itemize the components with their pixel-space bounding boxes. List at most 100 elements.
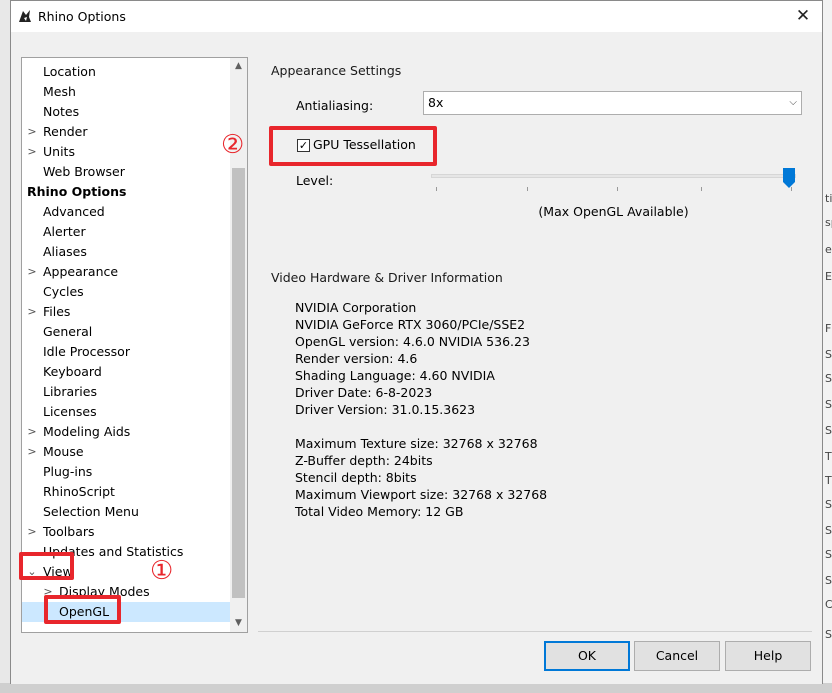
background-app-text: er <box>825 243 832 256</box>
tree-item[interactable]: Advanced <box>22 202 230 222</box>
chevron-right-icon[interactable]: > <box>27 142 37 162</box>
tree-item[interactable]: Libraries <box>22 382 230 402</box>
tree-item-label: Mouse <box>43 444 84 459</box>
tree-item-label: Notes <box>43 104 80 119</box>
tree-item[interactable]: Licenses <box>22 402 230 422</box>
appearance-settings-heading: Appearance Settings <box>271 63 402 78</box>
background-app-text: S <box>825 524 832 537</box>
tree-item[interactable]: > Modeling Aids <box>22 422 230 442</box>
chevron-right-icon[interactable]: > <box>27 442 37 462</box>
dialog-client-area: ▲ ▼ Location Mesh Notes > Render > Units Web Br… <box>11 32 822 684</box>
ok-button[interactable]: OK <box>544 641 630 671</box>
slider-tick <box>701 187 702 191</box>
tree-item-label: Appearance <box>43 264 119 279</box>
tree-item[interactable]: Mesh <box>22 82 230 102</box>
background-app-text: S <box>825 348 832 361</box>
tree-item-label: Idle Processor <box>43 344 130 359</box>
antialiasing-value: 8x <box>428 95 444 110</box>
background-app-text: S <box>825 628 832 641</box>
annotation-step-1: ① <box>150 556 174 586</box>
tree-item[interactable]: RhinoScript <box>22 482 230 502</box>
annotation-step-2: ② <box>221 130 245 160</box>
tree-item[interactable]: Web Browser <box>22 162 230 182</box>
tree-item-label: Selection Menu <box>43 504 139 519</box>
scroll-down-arrow-icon[interactable]: ▼ <box>230 615 247 632</box>
background-app-text: ti <box>825 192 832 205</box>
video-info-line: Shading Language: 4.60 NVIDIA <box>295 368 495 383</box>
tree-item-label: Mesh <box>43 84 76 99</box>
help-button[interactable]: Help <box>725 641 811 671</box>
title-bar: Rhino Options ✕ <box>11 1 822 32</box>
video-info-line: NVIDIA Corporation <box>295 300 417 315</box>
video-info-line: OpenGL version: 4.6.0 NVIDIA 536.23 <box>295 334 530 349</box>
tree-item[interactable]: Cycles <box>22 282 230 302</box>
options-tree[interactable]: ▲ ▼ Location Mesh Notes > Render > Units Web Br… <box>21 57 248 633</box>
slider-tick <box>527 187 528 191</box>
background-app-text: F <box>825 322 832 335</box>
video-info-line: Stencil depth: 8bits <box>295 470 417 485</box>
video-info-line: Driver Version: 31.0.15.3623 <box>295 402 476 417</box>
tree-item-label: Rhino Options <box>27 184 127 199</box>
background-app-text: T <box>825 474 832 487</box>
antialiasing-dropdown[interactable]: 8x ⌵ <box>423 91 802 115</box>
chevron-right-icon[interactable]: > <box>27 302 37 322</box>
annotation-box-view <box>19 552 74 580</box>
level-slider-track[interactable] <box>431 174 796 178</box>
rhino-options-dialog: Rhino Options ✕ ▲ ▼ Location Mesh Notes > Re… <box>10 0 823 684</box>
tree-item[interactable]: Location <box>22 62 230 82</box>
tree-item[interactable]: Alerter <box>22 222 230 242</box>
background-app-text: S <box>825 424 832 437</box>
window-title: Rhino Options <box>38 9 126 24</box>
tree-item[interactable]: Idle Processor <box>22 342 230 362</box>
video-info-line: Z-Buffer depth: 24bits <box>295 453 433 468</box>
annotation-box-gpu-tessellation <box>269 126 437 166</box>
background-app-text: S <box>825 574 832 587</box>
tree-item-label: Web Browser <box>43 164 125 179</box>
video-info-line: Maximum Viewport size: 32768 x 32768 <box>295 487 548 502</box>
level-slider-thumb[interactable] <box>783 168 795 188</box>
chevron-right-icon[interactable]: > <box>27 422 37 442</box>
scrollbar-thumb[interactable] <box>232 168 245 598</box>
tree-item[interactable]: Aliases <box>22 242 230 262</box>
background-app-text: S <box>825 498 832 511</box>
rhino-app-icon <box>17 8 33 24</box>
tree-item[interactable]: > Appearance <box>22 262 230 282</box>
slider-tick <box>436 187 437 191</box>
tree-item-label: Advanced <box>43 204 105 219</box>
close-icon[interactable]: ✕ <box>792 5 814 27</box>
scroll-up-arrow-icon[interactable]: ▲ <box>230 58 247 75</box>
tree-item-label: Alerter <box>43 224 86 239</box>
tree-item-label: Aliases <box>43 244 87 259</box>
tree-item-label: Files <box>43 304 71 319</box>
tree-item[interactable]: Notes <box>22 102 230 122</box>
tree-item[interactable]: Plug-ins <box>22 462 230 482</box>
tree-item[interactable]: Keyboard <box>22 362 230 382</box>
tree-item[interactable]: Rhino Options <box>22 182 230 202</box>
chevron-right-icon[interactable]: > <box>27 262 37 282</box>
video-info-line: Maximum Texture size: 32768 x 32768 <box>295 436 538 451</box>
background-app-text: S <box>825 372 832 385</box>
tree-item[interactable]: General <box>22 322 230 342</box>
background-app-text: C <box>825 598 832 611</box>
video-info-line: Total Video Memory: 12 GB <box>295 504 464 519</box>
tree-item[interactable]: > Files <box>22 302 230 322</box>
chevron-down-icon: ⌵ <box>789 97 797 108</box>
background-app-text: S <box>825 548 832 561</box>
tree-item-label: Plug-ins <box>43 464 93 479</box>
background-app-text: T <box>825 450 832 463</box>
tree-item-label: Libraries <box>43 384 97 399</box>
video-info-line: Render version: 4.6 <box>295 351 418 366</box>
tree-item[interactable]: > Render <box>22 122 230 142</box>
chevron-right-icon[interactable]: > <box>27 122 37 142</box>
tree-item[interactable]: > Toolbars <box>22 522 230 542</box>
tree-item[interactable]: > Mouse <box>22 442 230 462</box>
separator <box>258 631 812 632</box>
tree-item[interactable]: Selection Menu <box>22 502 230 522</box>
cancel-button[interactable]: Cancel <box>634 641 720 671</box>
level-label: Level: <box>296 173 334 188</box>
antialiasing-label: Antialiasing: <box>296 98 374 113</box>
tree-item[interactable]: > Units <box>22 142 230 162</box>
tree-item-label: Cycles <box>43 284 84 299</box>
chevron-right-icon[interactable]: > <box>27 522 37 542</box>
background-app-right-edge: tisperEFSSSSTTSSSSCS <box>822 0 832 693</box>
